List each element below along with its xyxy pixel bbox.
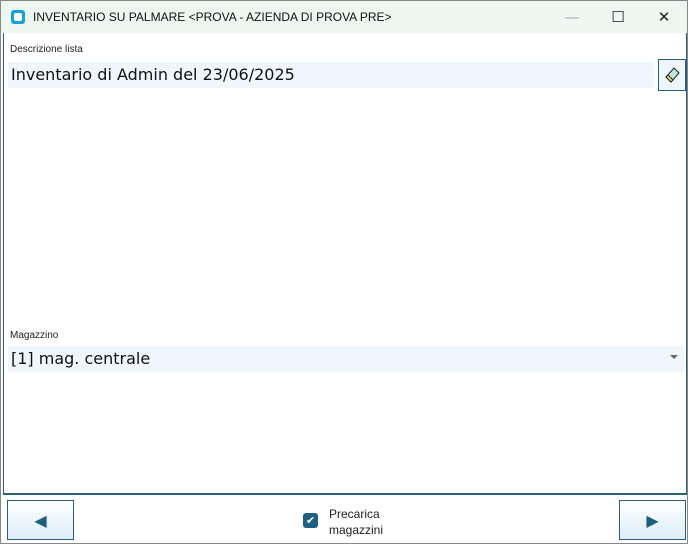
previous-button[interactable]: ◀ xyxy=(7,500,74,540)
maximize-button[interactable]: ☐ xyxy=(595,1,641,33)
app-icon xyxy=(11,10,25,24)
warehouse-value: [1] mag. centrale xyxy=(11,349,151,368)
description-input[interactable]: Inventario di Admin del 23/06/2025 xyxy=(8,62,654,88)
close-button[interactable]: ✕ xyxy=(641,1,687,33)
preload-label: Precarica magazzini xyxy=(329,507,384,537)
title-bar: INVENTARIO SU PALMARE <PROVA - AZIENDA D… xyxy=(1,1,687,33)
preload-checkbox[interactable]: ✔ xyxy=(303,513,318,528)
description-label: Descrizione lista xyxy=(10,44,83,55)
warehouse-label: Magazzino xyxy=(10,330,59,341)
eraser-icon xyxy=(665,67,680,83)
chevron-down-icon xyxy=(670,355,678,359)
clear-button[interactable] xyxy=(658,59,686,91)
warehouse-select[interactable]: [1] mag. centrale xyxy=(8,346,684,372)
arrow-left-icon: ◀ xyxy=(34,510,47,530)
arrow-right-icon: ▶ xyxy=(646,510,659,530)
next-button[interactable]: ▶ xyxy=(619,500,686,540)
form-panel: Descrizione lista Inventario di Admin de… xyxy=(3,33,687,495)
minimize-button[interactable]: — xyxy=(549,1,595,33)
window-title: INVENTARIO SU PALMARE <PROVA - AZIENDA D… xyxy=(33,10,392,24)
